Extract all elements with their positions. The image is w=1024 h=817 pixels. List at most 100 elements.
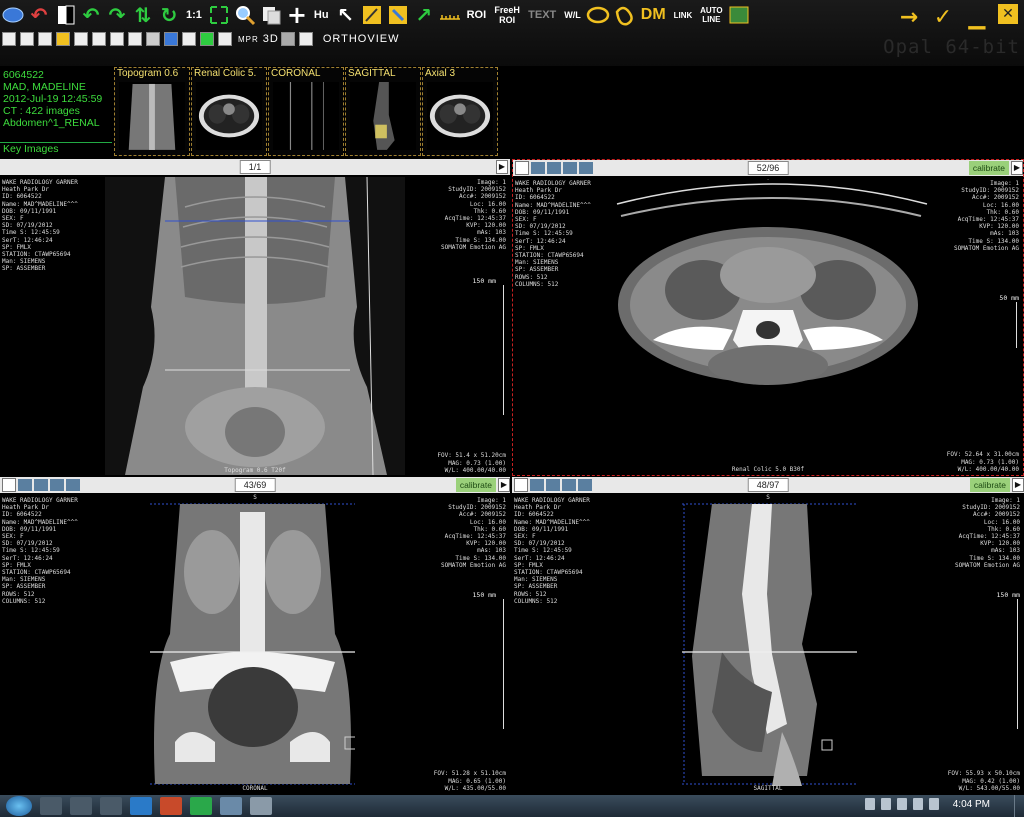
grid-3-icon[interactable]: [50, 479, 64, 491]
series-thumb-axial[interactable]: Axial 3: [422, 67, 498, 156]
one-to-one-button[interactable]: 1:1: [182, 2, 206, 28]
cine-icon[interactable]: [218, 32, 232, 46]
undo-icon[interactable]: ↶: [26, 2, 52, 28]
layout-custom-icon[interactable]: [128, 32, 142, 46]
link-button[interactable]: LINK: [670, 2, 697, 28]
grid-2-icon[interactable]: [547, 162, 561, 174]
settings-gear-icon[interactable]: [100, 797, 122, 815]
annotation-icon[interactable]: [385, 2, 411, 28]
text-button[interactable]: TEXT: [524, 2, 560, 28]
start-button-icon[interactable]: [6, 796, 32, 816]
crosshair-icon[interactable]: +: [284, 1, 310, 29]
flip-icon[interactable]: ⇅: [130, 2, 156, 28]
freehand-roi-button[interactable]: FreeH ROI: [490, 2, 524, 28]
grid-1-icon[interactable]: [18, 479, 32, 491]
grid-3-icon[interactable]: [562, 479, 576, 491]
grid-2-icon[interactable]: [34, 479, 48, 491]
window-level-button[interactable]: W/L: [560, 2, 585, 28]
pencil-icon[interactable]: [359, 2, 385, 28]
export-icon[interactable]: [164, 32, 178, 46]
layout-3x3-icon[interactable]: [92, 32, 106, 46]
grid-4-icon[interactable]: [579, 162, 593, 174]
windowing-icon[interactable]: [52, 2, 78, 28]
auto-line-button[interactable]: AUTO LINE: [696, 2, 726, 28]
print-icon[interactable]: [298, 32, 313, 46]
people-icon[interactable]: [70, 797, 92, 815]
chrome-icon[interactable]: [160, 797, 182, 815]
refresh-icon[interactable]: ↻: [156, 2, 182, 28]
series-thumb-renal-colic[interactable]: Renal Colic 5.: [191, 67, 267, 156]
calibrate-button[interactable]: calibrate: [455, 478, 496, 492]
layout-2x3-icon[interactable]: [74, 32, 88, 46]
series-thumb-sagittal[interactable]: SAGITTAL: [345, 67, 421, 156]
roi-button[interactable]: ROI: [463, 2, 491, 28]
next-image-icon[interactable]: ▶: [498, 478, 510, 492]
grid-1-icon[interactable]: [530, 479, 544, 491]
grid-1-icon[interactable]: [531, 162, 545, 174]
arrow-tool-icon[interactable]: ↗: [411, 2, 437, 28]
layout-4x4-icon[interactable]: [110, 32, 124, 46]
sync-icon[interactable]: [200, 32, 214, 46]
layout-2x1-icon[interactable]: [38, 32, 52, 46]
network-warning-icon[interactable]: [912, 798, 923, 810]
fit-screen-icon[interactable]: [206, 2, 232, 28]
signal-icon[interactable]: [928, 798, 939, 810]
series-thumb-topogram[interactable]: Topogram 0.6: [114, 67, 190, 156]
viewport-topogram[interactable]: 1/1 ▶ WAKE RADIOLOGY GARNER Heath Park D…: [0, 159, 510, 476]
series-thumb-coronal[interactable]: CORONAL: [268, 67, 344, 156]
forward-arrow-icon[interactable]: →: [896, 4, 922, 30]
grid-3-icon[interactable]: [563, 162, 577, 174]
tray-expand-icon[interactable]: [864, 798, 875, 810]
layout-icon[interactable]: [726, 2, 752, 28]
viewport-menu-icon[interactable]: [514, 478, 528, 492]
viewport-coronal[interactable]: 43/69 calibrate ▶ S WAKE RADIOLOGY GARNE…: [0, 477, 510, 794]
volume-icon[interactable]: [896, 798, 907, 810]
spotify-icon[interactable]: [190, 797, 212, 815]
layout-2x2-icon[interactable]: [56, 32, 70, 46]
calibrate-button[interactable]: calibrate: [968, 161, 1009, 175]
ov-times: Time S: 134.00: [968, 237, 1019, 245]
minimize-icon[interactable]: ▁: [964, 4, 990, 30]
threed-button[interactable]: 3D: [263, 33, 279, 45]
db-disk-icon[interactable]: [0, 2, 26, 28]
opal-viewer-icon[interactable]: [250, 797, 272, 815]
grid-4-icon[interactable]: [578, 479, 592, 491]
viewport-sagittal[interactable]: 48/97 calibrate ▶ S WAKE RADIOLOGY GARNE…: [512, 477, 1024, 794]
camera-icon[interactable]: [280, 32, 295, 46]
hu-button[interactable]: Hu: [310, 2, 333, 28]
viewport-menu-icon[interactable]: [2, 478, 16, 492]
ellipse-roi-icon[interactable]: [585, 2, 611, 28]
search-icon[interactable]: [40, 797, 62, 815]
layout-1x1-icon[interactable]: [2, 32, 16, 46]
ruler-icon[interactable]: [437, 2, 463, 28]
action-center-icon[interactable]: [880, 798, 891, 810]
dicom-icon[interactable]: [146, 32, 160, 46]
viewport-axial[interactable]: 52/96 calibrate ▶ A WAKE RADIOLOGY GARNE…: [512, 159, 1024, 476]
dm-button[interactable]: DM: [637, 2, 670, 28]
orthoview-button[interactable]: ORTHOVIEW: [323, 33, 400, 45]
copy-icon[interactable]: [258, 2, 284, 28]
calibrate-button[interactable]: calibrate: [969, 478, 1010, 492]
pointer-icon[interactable]: ↖: [333, 2, 359, 28]
rotate-right-icon[interactable]: ↷: [104, 2, 130, 28]
next-image-icon[interactable]: ▶: [1011, 161, 1023, 175]
key-images-button[interactable]: Key Images: [0, 142, 112, 156]
show-desktop-button[interactable]: [1014, 795, 1024, 817]
taskbar-clock[interactable]: 4:04 PM: [953, 799, 990, 810]
overlay-top-right: Image: 1 StudyID: 2009152 Acc#: 2009152 …: [955, 497, 1020, 569]
next-image-icon[interactable]: ▶: [496, 160, 508, 174]
zoom-icon[interactable]: [232, 2, 258, 28]
internet-explorer-icon[interactable]: [130, 797, 152, 815]
close-icon[interactable]: ✕: [998, 4, 1018, 24]
freeform-roi-icon[interactable]: [611, 2, 637, 28]
media-player-icon[interactable]: [220, 797, 242, 815]
viewport-menu-icon[interactable]: [515, 161, 529, 175]
layout-1x2-icon[interactable]: [20, 32, 34, 46]
grid-2-icon[interactable]: [546, 479, 560, 491]
checkmark-icon[interactable]: ✓: [930, 4, 956, 30]
grid-4-icon[interactable]: [66, 479, 80, 491]
rotate-left-icon[interactable]: ↶: [78, 2, 104, 28]
next-image-icon[interactable]: ▶: [1012, 478, 1024, 492]
cd-burn-icon[interactable]: [182, 32, 196, 46]
mpr-button[interactable]: MPR: [238, 35, 259, 44]
